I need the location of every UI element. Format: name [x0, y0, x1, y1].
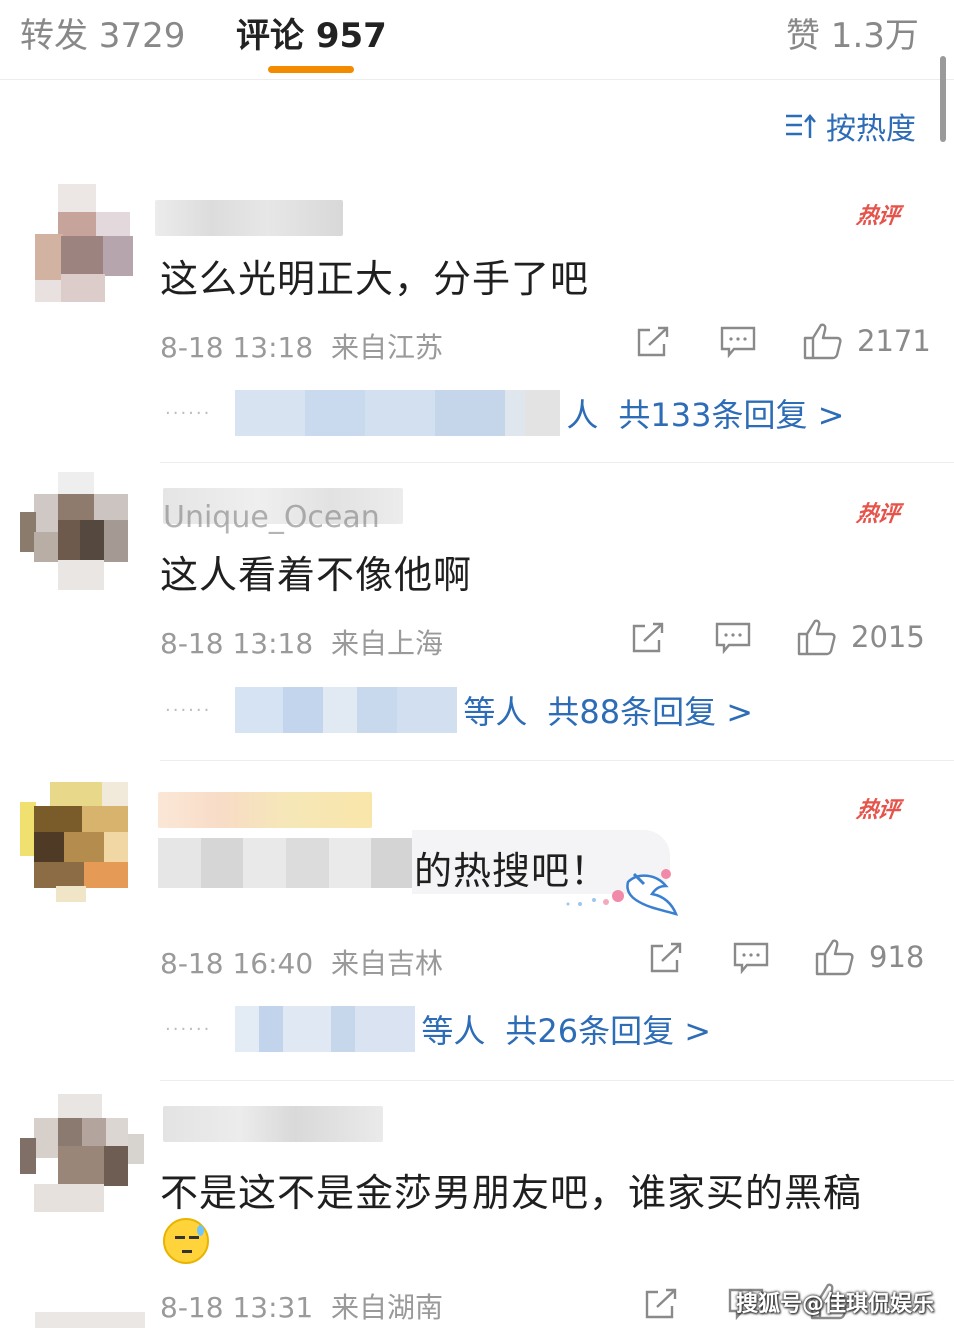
thumbs-up-icon	[815, 939, 854, 976]
share-button[interactable]	[631, 622, 665, 654]
reply-summary-row[interactable]: ······ 人 共133条回复 >	[165, 388, 844, 438]
like-button[interactable]: 2171	[803, 322, 931, 360]
sweat-face-emoji-icon	[163, 1218, 209, 1264]
view-replies-link[interactable]: 共26条回复 >	[505, 1006, 711, 1052]
reply-who: 等人	[421, 1012, 486, 1050]
thumbs-up-icon	[803, 323, 842, 360]
comment-button[interactable]	[715, 622, 751, 654]
share-button[interactable]	[649, 942, 683, 974]
avatar[interactable]	[20, 1094, 144, 1214]
like-button[interactable]: 918	[815, 938, 924, 976]
comment-time: 8-18 16:40	[160, 947, 314, 980]
reply-summary-row[interactable]: ······ 等人 共26条回复 >	[165, 1004, 711, 1054]
tab-repost[interactable]: 转发 3729	[20, 8, 185, 57]
like-count: 2171	[857, 324, 931, 358]
sort-by-hot-button[interactable]: 按热度	[784, 104, 916, 148]
comment-meta: 8-18 13:18 来自江苏	[160, 326, 443, 366]
dots-icon: ······	[165, 1018, 212, 1040]
comment-time: 8-18 13:31	[160, 1291, 314, 1324]
username-partial: Unique_Ocean	[163, 500, 380, 535]
reply-who: 等人	[463, 693, 528, 731]
tab-comments[interactable]: 评论 957	[236, 8, 387, 57]
hot-comment-badge: 热评	[854, 204, 901, 229]
reply-names-blurred	[235, 1006, 416, 1052]
bird-sticker-icon	[566, 869, 679, 916]
hot-comment-badge: 热评	[854, 502, 901, 527]
reply-names-blurred	[235, 390, 561, 436]
divider	[160, 760, 954, 761]
sort-label: 按热度	[826, 112, 916, 147]
watermark: 搜狐号@佳琪侃娱乐	[735, 1292, 934, 1317]
username-blurred[interactable]	[163, 1106, 383, 1142]
comment-button[interactable]	[733, 942, 769, 974]
comment-meta: 8-18 16:40 来自吉林	[160, 942, 443, 982]
share-icon	[650, 942, 682, 973]
comment-icon	[720, 326, 756, 358]
comment-tabs-bar: 转发 3729 评论 957 赞 1.3万	[0, 0, 954, 80]
comment-text: 不是这不是金莎男朋友吧，谁家买的黑稿	[160, 1171, 863, 1215]
reply-names-blurred	[235, 687, 458, 733]
dots-icon: ······	[165, 402, 212, 424]
like-count: 2015	[851, 620, 925, 654]
divider	[160, 462, 954, 463]
comment-meta: 8-18 13:31 来自湖南	[160, 1286, 443, 1326]
tab-likes[interactable]: 赞 1.3万	[786, 8, 919, 57]
view-replies-link[interactable]: 共88条回复 >	[547, 687, 753, 733]
comment-icon	[715, 622, 751, 654]
comment-location: 来自吉林	[330, 947, 443, 980]
comment-text: 这么光明正大，分手了吧	[160, 257, 590, 301]
view-replies-link[interactable]: 共133条回复 >	[618, 390, 844, 436]
comment-time: 8-18 13:18	[160, 331, 314, 364]
comment-icon	[733, 942, 769, 974]
share-icon	[637, 326, 669, 357]
comment-button[interactable]	[720, 326, 756, 358]
share-icon	[645, 1288, 677, 1319]
divider	[160, 1080, 954, 1081]
hot-comment-badge: 热评	[854, 798, 901, 823]
username-blurred[interactable]	[158, 792, 372, 828]
share-button[interactable]	[644, 1288, 678, 1320]
like-count: 918	[869, 940, 925, 974]
comment-text: 这人看着不像他啊	[160, 553, 473, 597]
like-button[interactable]: 2015	[797, 618, 925, 656]
username-blurred[interactable]	[155, 200, 343, 236]
thumbs-up-icon	[797, 619, 836, 656]
username-blurred[interactable]: Unique_Ocean	[163, 488, 403, 535]
share-icon	[632, 622, 664, 653]
scrollbar[interactable]	[940, 56, 946, 142]
avatar[interactable]	[35, 1312, 145, 1328]
sort-icon	[786, 114, 816, 138]
comment-time: 8-18 13:18	[160, 627, 314, 660]
avatar[interactable]	[20, 472, 130, 592]
comment-meta: 8-18 13:18 来自上海	[160, 622, 443, 662]
avatar[interactable]	[25, 184, 135, 304]
comment-location: 来自上海	[330, 627, 443, 660]
avatar[interactable]	[20, 782, 130, 902]
active-tab-indicator	[268, 66, 354, 73]
comment-location: 来自湖南	[330, 1291, 443, 1324]
comment-text-blurred	[158, 838, 415, 888]
reply-summary-row[interactable]: ······ 等人 共88条回复 >	[165, 685, 753, 735]
share-button[interactable]	[636, 326, 670, 358]
dots-icon: ······	[165, 699, 212, 721]
comment-location: 来自江苏	[330, 331, 443, 364]
reply-who: 人	[566, 396, 599, 434]
